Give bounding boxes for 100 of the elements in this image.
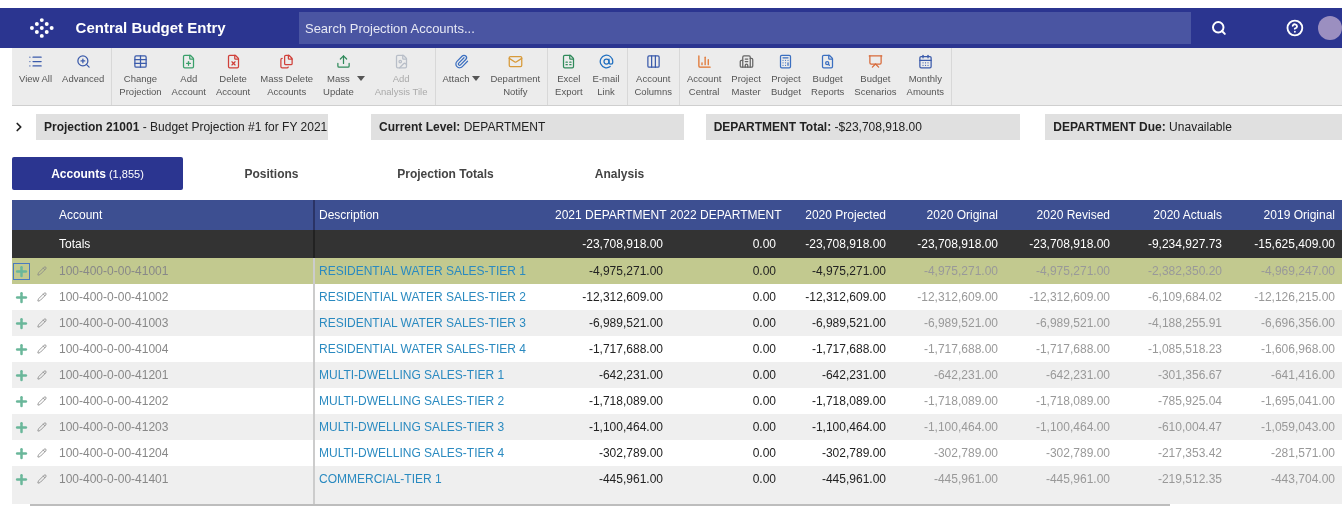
edit-icon[interactable] (37, 344, 47, 354)
add-icon[interactable] (14, 263, 29, 279)
table-cell-text: -1,717,688.00 (922, 341, 999, 358)
table-cell-text: -1,717,688.00 (587, 341, 664, 358)
column-header[interactable]: 2020 Projected (783, 206, 893, 224)
table-cell-text: 0.00 (751, 471, 777, 488)
table-cell-text: -23,708,918.00 (916, 236, 999, 253)
column-header[interactable]: 2020 Original (893, 206, 1005, 224)
column-header[interactable]: 2019 Original (1229, 206, 1342, 224)
table-cell-text: 100-400-0-00-41401 (58, 471, 170, 488)
toolbar-button[interactable]: Delete Account (210, 48, 256, 105)
table-cell-text: -642,231.00 (1044, 367, 1111, 384)
toolbar-button[interactable]: Excel Export (550, 48, 588, 105)
column-header[interactable]: 2020 Actuals (1117, 206, 1229, 224)
toolbar-button[interactable]: Advanced (57, 48, 110, 105)
table-cell-text: -6,989,521.00 (587, 315, 664, 332)
table-cell-text: -445,961.00 (1044, 471, 1111, 488)
search-icon[interactable] (1211, 20, 1228, 36)
table-cell-text: -219,512.35 (1156, 471, 1223, 488)
table-cell-text: -1,085,518.23 (1146, 341, 1223, 358)
table-cell-text: -1,717,688.00 (810, 341, 887, 358)
edit-icon[interactable] (37, 396, 47, 406)
add-icon[interactable] (14, 445, 29, 461)
bar-chart-icon (696, 54, 712, 69)
add-icon[interactable] (14, 367, 29, 383)
table-cell-text: -1,695,041.00 (1259, 393, 1336, 410)
tab[interactable]: Positions (186, 157, 357, 190)
add-icon[interactable] (14, 419, 29, 435)
column-header[interactable]: 2020 Revised (1005, 206, 1117, 224)
add-icon[interactable] (14, 315, 29, 331)
toolbar-button[interactable]: Attach (437, 48, 486, 105)
table-cell-text: 0.00 (751, 289, 777, 306)
list-icon (28, 54, 44, 69)
edit-icon[interactable] (37, 422, 47, 432)
table-cell-text: -4,188,255.91 (1146, 315, 1223, 332)
table-cell-text: Totals (58, 236, 92, 253)
paperclip-icon (454, 54, 469, 69)
table-cell-text: -445,961.00 (597, 471, 664, 488)
table-cell-text: -12,312,609.00 (1028, 289, 1111, 306)
help-icon[interactable] (1286, 19, 1304, 37)
toolbar-button[interactable]: Budget Scenarios (849, 48, 902, 105)
tab[interactable]: Analysis (534, 157, 705, 190)
edit-icon[interactable] (37, 292, 47, 302)
table-cell-text: -6,696,356.00 (1259, 315, 1336, 332)
table-row[interactable]: 100-400-0-00-41201 MULTI-DWELLING SALES-TIER 1 -642,231.00 0.00 -642,231.00 -642,231.00 -642,231.00 -301,356.67 -641,416.00 (12, 362, 1342, 388)
tab[interactable]: Accounts (1,855) (12, 157, 183, 190)
add-icon[interactable] (14, 393, 29, 409)
toolbar-button[interactable]: Account Columns (629, 48, 677, 105)
table-cell-text: 100-400-0-00-41204 (58, 445, 170, 462)
toolbar-button[interactable]: E-mail Link (587, 48, 625, 105)
table-cell-text: -1,718,089.00 (587, 393, 664, 410)
tab[interactable]: Projection Totals (360, 157, 531, 190)
table-cell-text: -1,718,089.00 (922, 393, 999, 410)
upload-icon (336, 54, 352, 69)
toolbar-button[interactable]: Project Budget (765, 48, 807, 105)
calendar-icon (917, 54, 933, 69)
table-row[interactable]: 100-400-0-00-41003 RESIDENTIAL WATER SALES-TIER 3 -6,989,521.00 0.00 -6,989,521.00 -6,989,521.00 -6,989,521.00 -4,188,255.91 -6,696,356.00 (12, 310, 1342, 336)
table-cell-text: -642,231.00 (932, 367, 999, 384)
toolbar-button[interactable]: Monthly Amounts (901, 48, 950, 105)
search-field[interactable]: Search Projection Accounts... (298, 12, 1192, 44)
avatar[interactable] (1318, 16, 1342, 40)
table-cell-text: -642,231.00 (597, 367, 664, 384)
edit-icon[interactable] (37, 370, 47, 380)
toolbar-button[interactable]: Change Projection (114, 48, 167, 105)
table-cell-text: 100-400-0-00-41002 (58, 289, 170, 306)
toolbar-button[interactable]: Department Notify (485, 48, 546, 105)
toolbar-button[interactable]: Mass Delete Accounts (255, 48, 319, 105)
table-cell-text: -1,717,688.00 (1034, 341, 1111, 358)
column-header[interactable]: Account (55, 206, 313, 224)
table-cell-text: -15,625,409.00 (1253, 236, 1336, 253)
edit-icon[interactable] (37, 318, 47, 328)
column-header[interactable]: 2021 DEPARTMENT (555, 206, 670, 224)
toolbar-button[interactable]: Add Account (166, 48, 211, 105)
grid-icon (133, 54, 148, 69)
toolbar-button[interactable]: Account Central (682, 48, 727, 105)
table-cell-text: 0.00 (751, 315, 777, 332)
table-cell-text: -1,100,464.00 (587, 419, 664, 436)
app-title: Central Budget Entry (75, 17, 227, 38)
add-icon[interactable] (14, 471, 29, 487)
table-cell-text: 0.00 (751, 263, 777, 280)
table-cell-text: -642,231.00 (820, 367, 887, 384)
spreadsheet-icon (561, 54, 577, 69)
toolbar-button[interactable]: Project Master (726, 48, 766, 105)
table-cell-text: -12,312,609.00 (916, 289, 999, 306)
table-row[interactable]: 100-400-0-00-41203 MULTI-DWELLING SALES-TIER 3 -1,100,464.00 0.00 -1,100,464.00 -1,100,464.00 -1,100,464.00 -610,004.47 -1,059,043.00 (12, 414, 1342, 440)
table-cell-text: -6,109,684.02 (1146, 289, 1223, 306)
table-row[interactable]: 100-400-0-00-41401 COMMERCIAL-TIER 1 -445,961.00 0.00 -445,961.00 -445,961.00 -445,961.00 -219,512.35 -443,704.00 (12, 466, 1342, 492)
column-header[interactable]: 2022 DEPARTMENT (670, 206, 783, 224)
toolbar-button[interactable]: Budget Reports (806, 48, 850, 105)
edit-icon[interactable] (37, 266, 47, 276)
toolbar-button[interactable]: Mass Update (318, 48, 370, 105)
edit-icon[interactable] (37, 474, 47, 484)
add-icon[interactable] (14, 341, 29, 357)
table-cell-text: -6,989,521.00 (1034, 315, 1111, 332)
add-icon[interactable] (14, 289, 29, 305)
table-cell-text: -641,416.00 (1269, 367, 1336, 384)
edit-icon[interactable] (37, 448, 47, 458)
info-field: DEPARTMENT Total: -$23,708,918.00 (705, 114, 1021, 140)
toolbar-button[interactable]: View All (14, 48, 58, 105)
table-cell-text: -23,708,918.00 (581, 236, 664, 253)
